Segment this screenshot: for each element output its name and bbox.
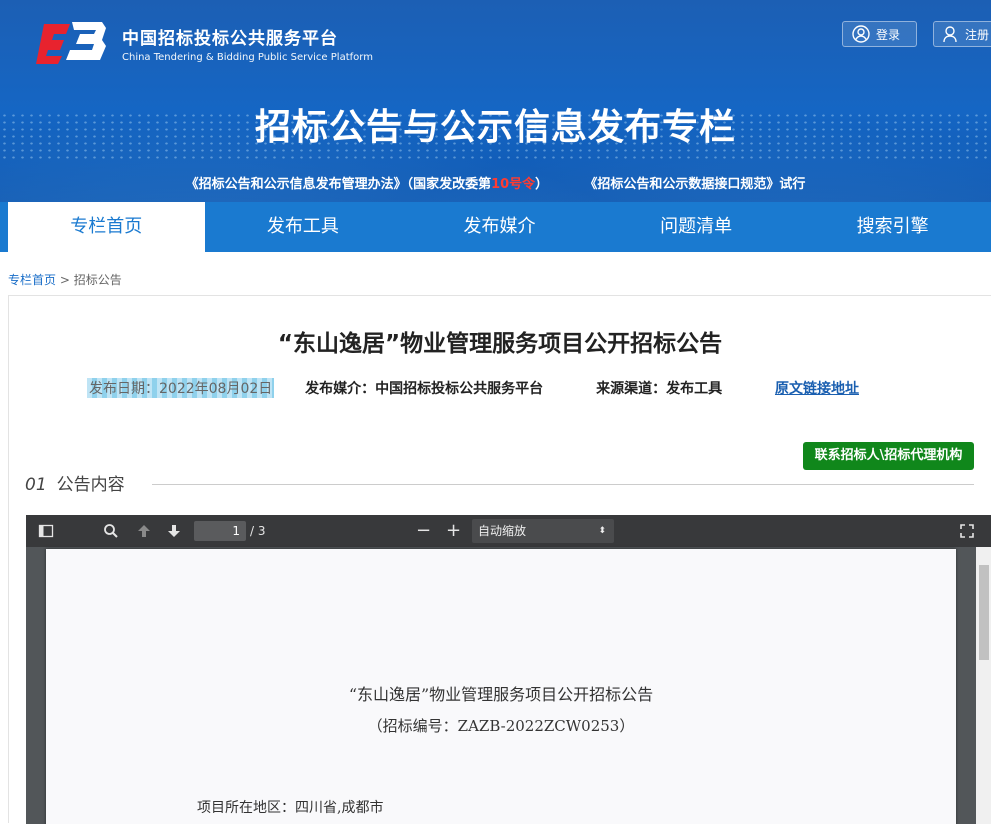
page-number-input[interactable]: 1 bbox=[194, 521, 246, 541]
platform-logo[interactable] bbox=[36, 18, 106, 64]
user-icon bbox=[943, 26, 957, 43]
breadcrumb-home-link[interactable]: 专栏首页 bbox=[8, 273, 56, 287]
source-channel: 来源渠道：发布工具 bbox=[596, 381, 723, 397]
select-arrows-icon: ⬍ bbox=[598, 526, 606, 536]
doc-number: （招标编号：ZAZB-2022ZCW0253） bbox=[367, 717, 635, 735]
main-nav: 专栏首页 发布工具 发布媒介 问题清单 搜索引擎 bbox=[0, 202, 991, 252]
nav-item-faq[interactable]: 问题清单 bbox=[598, 202, 795, 252]
breadcrumb-current: 招标公告 bbox=[73, 273, 122, 287]
login-label: 登录 bbox=[876, 27, 901, 42]
page-total: / 3 bbox=[250, 524, 266, 538]
search-icon[interactable] bbox=[103, 523, 119, 539]
sidebar-toggle-icon[interactable] bbox=[38, 523, 54, 539]
zoom-out-icon[interactable]: − bbox=[416, 515, 431, 547]
zoom-in-icon[interactable]: + bbox=[446, 515, 461, 547]
login-button[interactable]: 登录 bbox=[842, 21, 917, 47]
brand: 中国招标投标公共服务平台 China Tendering & Bidding P… bbox=[122, 24, 373, 63]
presentation-mode-icon[interactable] bbox=[960, 524, 974, 538]
article-title: “东山逸居”物业管理服务项目公开招标公告 bbox=[277, 331, 723, 357]
publish-media: 发布媒介：中国招标投标公共服务平台 bbox=[305, 381, 544, 397]
pdf-scrollbar[interactable] bbox=[976, 547, 991, 824]
scrollbar-thumb[interactable] bbox=[979, 565, 989, 660]
pdf-toolbar: 1 / 3 − + 自动缩放 ⬍ bbox=[26, 515, 991, 547]
header-banner: 中国招标投标公共服务平台 China Tendering & Bidding P… bbox=[0, 0, 991, 202]
doc-location: 项目所在地区：四川省,成都市 bbox=[197, 800, 384, 816]
notice-highlight[interactable]: 10号令 bbox=[491, 177, 535, 192]
section-title: 公告内容 bbox=[56, 475, 125, 495]
zoom-value: 自动缩放 bbox=[478, 524, 527, 538]
register-label: 注册 bbox=[965, 27, 990, 42]
article-meta: 发布日期：2022年08月02日 发布媒介：中国招标投标公共服务平台 来源渠道：… bbox=[87, 378, 859, 398]
section-number: 01 bbox=[25, 475, 47, 495]
user-circle-icon bbox=[852, 25, 870, 43]
section-heading: 01 公告内容 bbox=[25, 470, 125, 495]
original-link[interactable]: 原文链接地址 bbox=[775, 378, 859, 398]
section-divider bbox=[152, 484, 974, 485]
pdf-page: “东山逸居”物业管理服务项目公开招标公告 （招标编号：ZAZB-2022ZCW0… bbox=[46, 549, 956, 824]
zoom-select[interactable]: 自动缩放 ⬍ bbox=[472, 519, 614, 543]
notice-spec-link[interactable]: 《招标公告和公示数据接口规范》试行 bbox=[584, 177, 805, 192]
breadcrumb-separator: > bbox=[59, 273, 70, 287]
site-name-en: China Tendering & Bidding Public Service… bbox=[122, 52, 373, 63]
nav-item-home[interactable]: 专栏首页 bbox=[8, 202, 205, 252]
article-panel: “东山逸居”物业管理服务项目公开招标公告 发布日期：2022年08月02日 发布… bbox=[8, 295, 991, 824]
banner-title: 招标公告与公示信息发布专栏 bbox=[254, 107, 736, 148]
nav-item-publish-tools[interactable]: 发布工具 bbox=[205, 202, 402, 252]
register-button[interactable]: 注册 bbox=[933, 21, 991, 47]
nav-item-publish-media[interactable]: 发布媒介 bbox=[401, 202, 598, 252]
doc-title: “东山逸居”物业管理服务项目公开招标公告 bbox=[348, 685, 654, 704]
notice-regulation-link[interactable]: 《招标公告和公示信息发布管理办法》（国家发改委第 bbox=[186, 177, 492, 192]
pdf-viewer: 1 / 3 − + 自动缩放 ⬍ “东山逸居”物业管理服务项目公开招标公告 （招… bbox=[26, 515, 991, 824]
notice-close: ） bbox=[535, 177, 549, 192]
site-name-cn: 中国招标投标公共服务平台 bbox=[122, 29, 338, 49]
nav-item-search-engine[interactable]: 搜索引擎 bbox=[794, 202, 991, 252]
contact-tenderer-button[interactable]: 联系招标人\招标代理机构 bbox=[803, 442, 974, 470]
regulation-notice: 《招标公告和公示信息发布管理办法》（国家发改委第10号令） 《招标公告和公示数据… bbox=[0, 173, 991, 192]
publish-date: 发布日期：2022年08月02日 bbox=[87, 378, 275, 398]
next-page-icon[interactable] bbox=[166, 523, 182, 539]
previous-page-icon[interactable] bbox=[136, 523, 152, 539]
